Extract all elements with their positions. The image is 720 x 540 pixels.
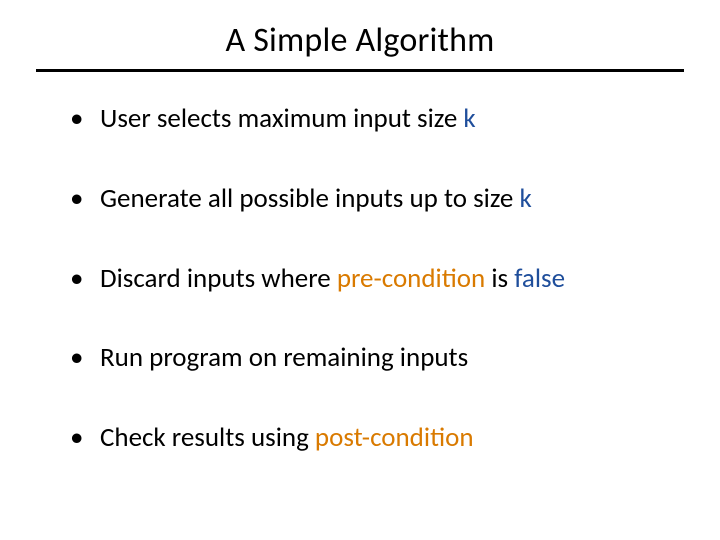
bullet-text: Discard inputs where bbox=[100, 262, 337, 295]
list-item: Run program on remaining inputs bbox=[70, 341, 670, 375]
bullet-text: Generate all possible inputs up to size bbox=[100, 182, 519, 215]
slide-title: A Simple Algorithm bbox=[0, 0, 720, 69]
slide-body: User selects maximum input size k Genera… bbox=[0, 72, 720, 455]
bullet-accent-2: false bbox=[514, 262, 565, 295]
list-item: Discard inputs where pre-condition is fa… bbox=[70, 262, 670, 296]
slide: A Simple Algorithm User selects maximum … bbox=[0, 0, 720, 540]
bullet-accent: k bbox=[463, 102, 475, 135]
list-item: User selects maximum input size k bbox=[70, 102, 670, 136]
list-item: Check results using post-condition bbox=[70, 421, 670, 455]
bullet-text: User selects maximum input size bbox=[100, 102, 463, 135]
bullet-accent: pre-condition bbox=[337, 262, 485, 295]
list-item: Generate all possible inputs up to size … bbox=[70, 182, 670, 216]
bullet-text: Check results using bbox=[100, 421, 315, 454]
bullet-text: is bbox=[485, 262, 514, 295]
bullet-accent: post-condition bbox=[315, 421, 474, 454]
bullet-accent: k bbox=[519, 182, 531, 215]
bullet-list: User selects maximum input size k Genera… bbox=[70, 102, 670, 455]
bullet-text: Run program on remaining inputs bbox=[100, 341, 468, 374]
